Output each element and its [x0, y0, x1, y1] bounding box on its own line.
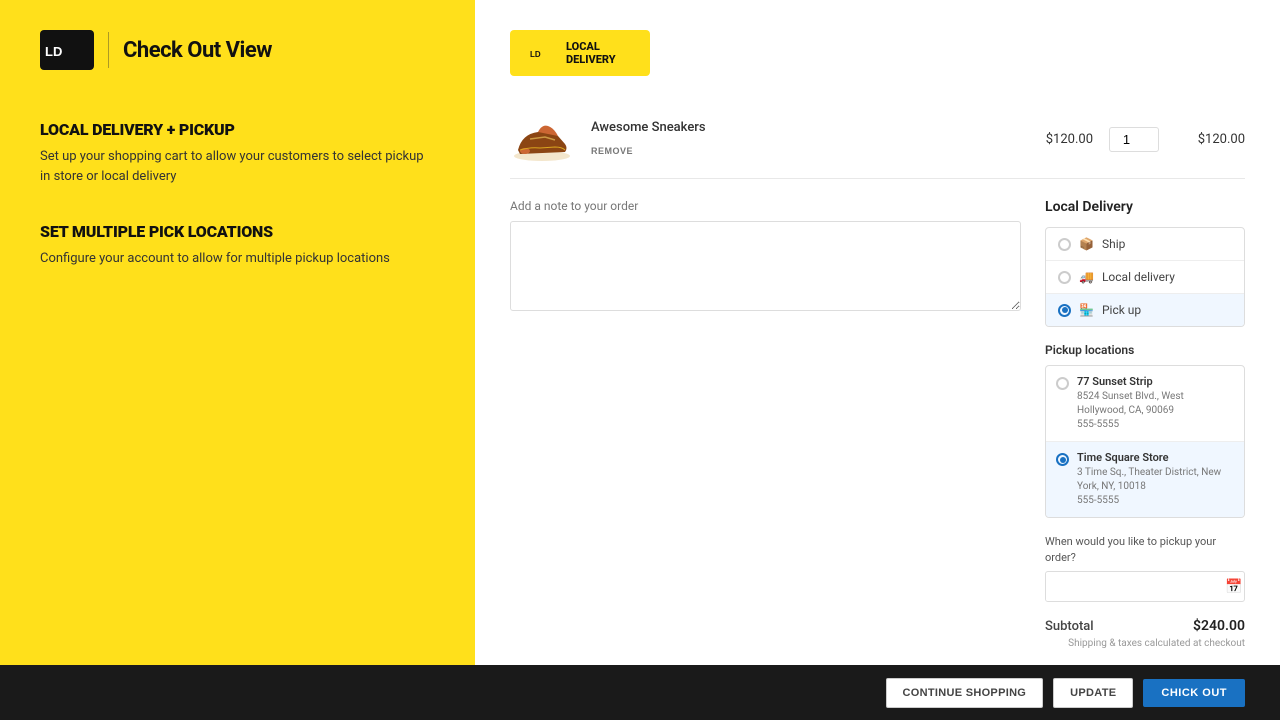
pickup-locations-label: Pickup locations — [1045, 343, 1245, 357]
subtotal-label: Subtotal — [1045, 619, 1094, 634]
local-delivery-radio[interactable] — [1058, 271, 1071, 284]
delivery-options-group: 📦 Ship 🚚 Local delivery 🏪 Pick up — [1045, 227, 1245, 327]
cart-item-quantity[interactable] — [1109, 127, 1159, 152]
timesquare-location-details: Time Square Store 3 Time Sq., Theater Di… — [1077, 451, 1234, 508]
product-image — [510, 114, 575, 164]
brand-title: Check Out View — [123, 38, 272, 63]
svg-text:LD: LD — [530, 50, 541, 59]
pickup-date-input-row: 📅 — [1045, 571, 1245, 602]
checkout-button[interactable]: ChICK Out — [1143, 679, 1245, 707]
right-panel: LD LOCALDELIVERY Awesome Sneakers REMOVE… — [475, 0, 1280, 665]
sunset-location-details: 77 Sunset Strip 8524 Sunset Blvd., West … — [1077, 375, 1234, 432]
remove-item-button[interactable]: REMOVE — [591, 146, 633, 156]
cart-middle-section: Add a note to your order Local Delivery … — [510, 199, 1245, 661]
pickup-label: Pick up — [1102, 303, 1141, 317]
sunset-location-name: 77 Sunset Strip — [1077, 375, 1234, 388]
local-delivery-label: Local delivery — [1102, 270, 1175, 284]
feature-local-delivery: LOCAL DELIVERY + PICKUP Set up your shop… — [40, 120, 435, 186]
continue-shopping-button[interactable]: CONTINUE SHOPPING — [886, 678, 1044, 708]
pickup-locations-group: 77 Sunset Strip 8524 Sunset Blvd., West … — [1045, 365, 1245, 518]
brand-logo-icon: LD — [40, 30, 94, 70]
delivery-section: Local Delivery 📦 Ship 🚚 Local delivery — [1045, 199, 1245, 661]
delivery-option-pickup[interactable]: 🏪 Pick up — [1046, 294, 1244, 326]
subtotal-row: Subtotal $240.00 — [1045, 618, 1245, 634]
timesquare-location-address: 3 Time Sq., Theater District, New York, … — [1077, 466, 1234, 508]
note-label: Add a note to your order — [510, 199, 1021, 213]
pickup-radio[interactable] — [1058, 304, 1071, 317]
sunset-location-radio[interactable] — [1056, 377, 1069, 390]
left-panel: LD Check Out View LOCAL DELIVERY + PICKU… — [0, 0, 475, 665]
update-button[interactable]: UPDATE — [1053, 678, 1133, 708]
cart-item-total: $120.00 — [1175, 132, 1245, 147]
pickup-location-sunset[interactable]: 77 Sunset Strip 8524 Sunset Blvd., West … — [1046, 366, 1244, 442]
brand-divider — [108, 32, 109, 68]
feature-multiple-locations: SET MULTIPLE PICK LOCATIONS Configure yo… — [40, 222, 435, 269]
delivery-option-local[interactable]: 🚚 Local delivery — [1046, 261, 1244, 294]
note-section: Add a note to your order — [510, 199, 1021, 661]
cart-item-name: Awesome Sneakers — [591, 120, 1007, 135]
delivery-option-ship[interactable]: 📦 Ship — [1046, 228, 1244, 261]
timesquare-location-name: Time Square Store — [1077, 451, 1234, 464]
ship-radio[interactable] — [1058, 238, 1071, 251]
local-delivery-icon: 🚚 — [1079, 270, 1094, 284]
calendar-icon-button[interactable]: 📅 — [1217, 572, 1245, 601]
feature-local-delivery-title: LOCAL DELIVERY + PICKUP — [40, 120, 435, 139]
cart-item-unit-price: $120.00 — [1023, 132, 1093, 147]
sunset-location-address: 8524 Sunset Blvd., West Hollywood, CA, 9… — [1077, 390, 1234, 432]
taxes-note: Shipping & taxes calculated at checkout — [1045, 638, 1245, 649]
feature-multiple-locations-desc: Configure your account to allow for mult… — [40, 249, 435, 269]
ship-icon: 📦 — [1079, 237, 1094, 251]
timesquare-location-radio[interactable] — [1056, 453, 1069, 466]
delivery-title: Local Delivery — [1045, 199, 1245, 215]
bottom-action-bar: CONTINUE SHOPPING UPDATE ChICK Out — [0, 665, 1280, 720]
feature-multiple-locations-title: SET MULTIPLE PICK LOCATIONS — [40, 222, 435, 241]
cart-item-details: Awesome Sneakers REMOVE — [591, 120, 1007, 158]
svg-text:LD: LD — [45, 44, 62, 59]
shop-logo: LD LOCALDELIVERY — [510, 30, 650, 76]
pickup-date-input[interactable] — [1046, 573, 1217, 601]
feature-local-delivery-desc: Set up your shopping cart to allow your … — [40, 147, 435, 186]
shop-logo-text: LOCALDELIVERY — [566, 40, 616, 66]
order-note-textarea[interactable] — [510, 221, 1021, 311]
pickup-location-timesquare[interactable]: Time Square Store 3 Time Sq., Theater Di… — [1046, 442, 1244, 517]
pickup-date-label: When would you like to pickup your order… — [1045, 534, 1245, 565]
cart-item-row: Awesome Sneakers REMOVE $120.00 $120.00 — [510, 100, 1245, 179]
pickup-icon: 🏪 — [1079, 303, 1094, 317]
brand-header: LD Check Out View — [40, 30, 435, 70]
subtotal-value: $240.00 — [1193, 618, 1245, 634]
ship-label: Ship — [1102, 237, 1125, 251]
shop-logo-icon: LD — [528, 42, 558, 64]
